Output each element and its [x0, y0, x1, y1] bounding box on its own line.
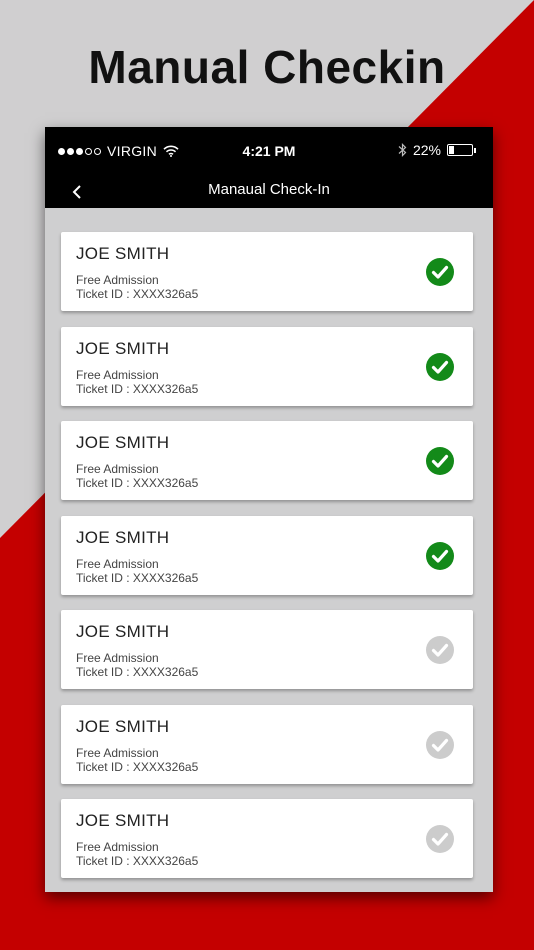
- ticket-id: Ticket ID : XXXX326a5: [76, 854, 199, 868]
- ticket-type: Free Admission: [76, 556, 159, 571]
- attendee-name: JOE SMITH: [76, 622, 170, 641]
- ticket-id: Ticket ID : XXXX326a5: [76, 476, 199, 490]
- battery-icon: [447, 144, 476, 156]
- checked-in-icon[interactable]: [426, 541, 454, 570]
- attendee-name: JOE SMITH: [76, 338, 170, 358]
- list-item[interactable]: JOE SMITH Free Admission Ticket ID : XXXX3…: [61, 515, 473, 595]
- ticket-type: Free Admission: [76, 651, 159, 665]
- ticket-type: Free Admission: [76, 367, 159, 382]
- checked-in-icon[interactable]: [426, 352, 454, 381]
- status-right: 22%: [398, 142, 476, 158]
- attendee-name: JOE SMITH: [76, 716, 170, 736]
- ticket-id: Ticket ID : XXXX326a5: [76, 759, 199, 774]
- attendee-name: JOE SMITH: [76, 527, 170, 547]
- ticket-id: Ticket ID : XXXX326a5: [76, 287, 199, 301]
- promo-title: Manual Checkin: [88, 41, 446, 93]
- list-item[interactable]: JOE SMITH Free Admission Ticket ID : XXXX3…: [61, 704, 473, 784]
- ticket-type: Free Admission: [76, 745, 159, 760]
- ticket-type: Free Admission: [76, 840, 159, 854]
- check-in-icon[interactable]: [426, 730, 454, 759]
- ticket-type: Free Admission: [76, 462, 159, 476]
- ticket-id: Ticket ID : XXXX326a5: [76, 665, 199, 679]
- battery-percent: 22%: [412, 142, 441, 158]
- page-title: Manaual Check-In: [208, 181, 330, 198]
- list-item[interactable]: JOE SMITH Free Admission Ticket ID : XXXX3…: [61, 326, 473, 406]
- attendee-name: JOE SMITH: [76, 433, 170, 452]
- ticket-type: Free Admission: [76, 273, 159, 287]
- nav-bar: Manaual Check-In: [45, 175, 493, 208]
- attendee-name: JOE SMITH: [76, 244, 170, 263]
- attendee-name: JOE SMITH: [76, 811, 170, 830]
- list-item[interactable]: JOE SMITH Free Admission Ticket ID : XXXX3…: [61, 421, 473, 500]
- check-in-icon[interactable]: [426, 636, 454, 664]
- ticket-id: Ticket ID : XXXX326a5: [76, 381, 199, 396]
- check-in-icon[interactable]: [426, 825, 454, 853]
- ticket-id: Ticket ID : XXXX326a5: [76, 570, 199, 585]
- status-bar: VIRGIN 4:21 PM 22%: [45, 127, 493, 175]
- checked-in-icon[interactable]: [426, 447, 454, 475]
- list-item[interactable]: JOE SMITH Free Admission Ticket ID : XXXX3…: [61, 799, 473, 878]
- checked-in-icon[interactable]: [426, 258, 454, 286]
- bluetooth-icon: [398, 143, 407, 157]
- list-item[interactable]: JOE SMITH Free Admission Ticket ID : XXXX3…: [61, 610, 473, 689]
- list-item[interactable]: JOE SMITH Free Admission Ticket ID : XXXX3…: [61, 232, 473, 311]
- phone-screen: VIRGIN 4:21 PM 22% Manaual Check-In JOE …: [45, 127, 493, 892]
